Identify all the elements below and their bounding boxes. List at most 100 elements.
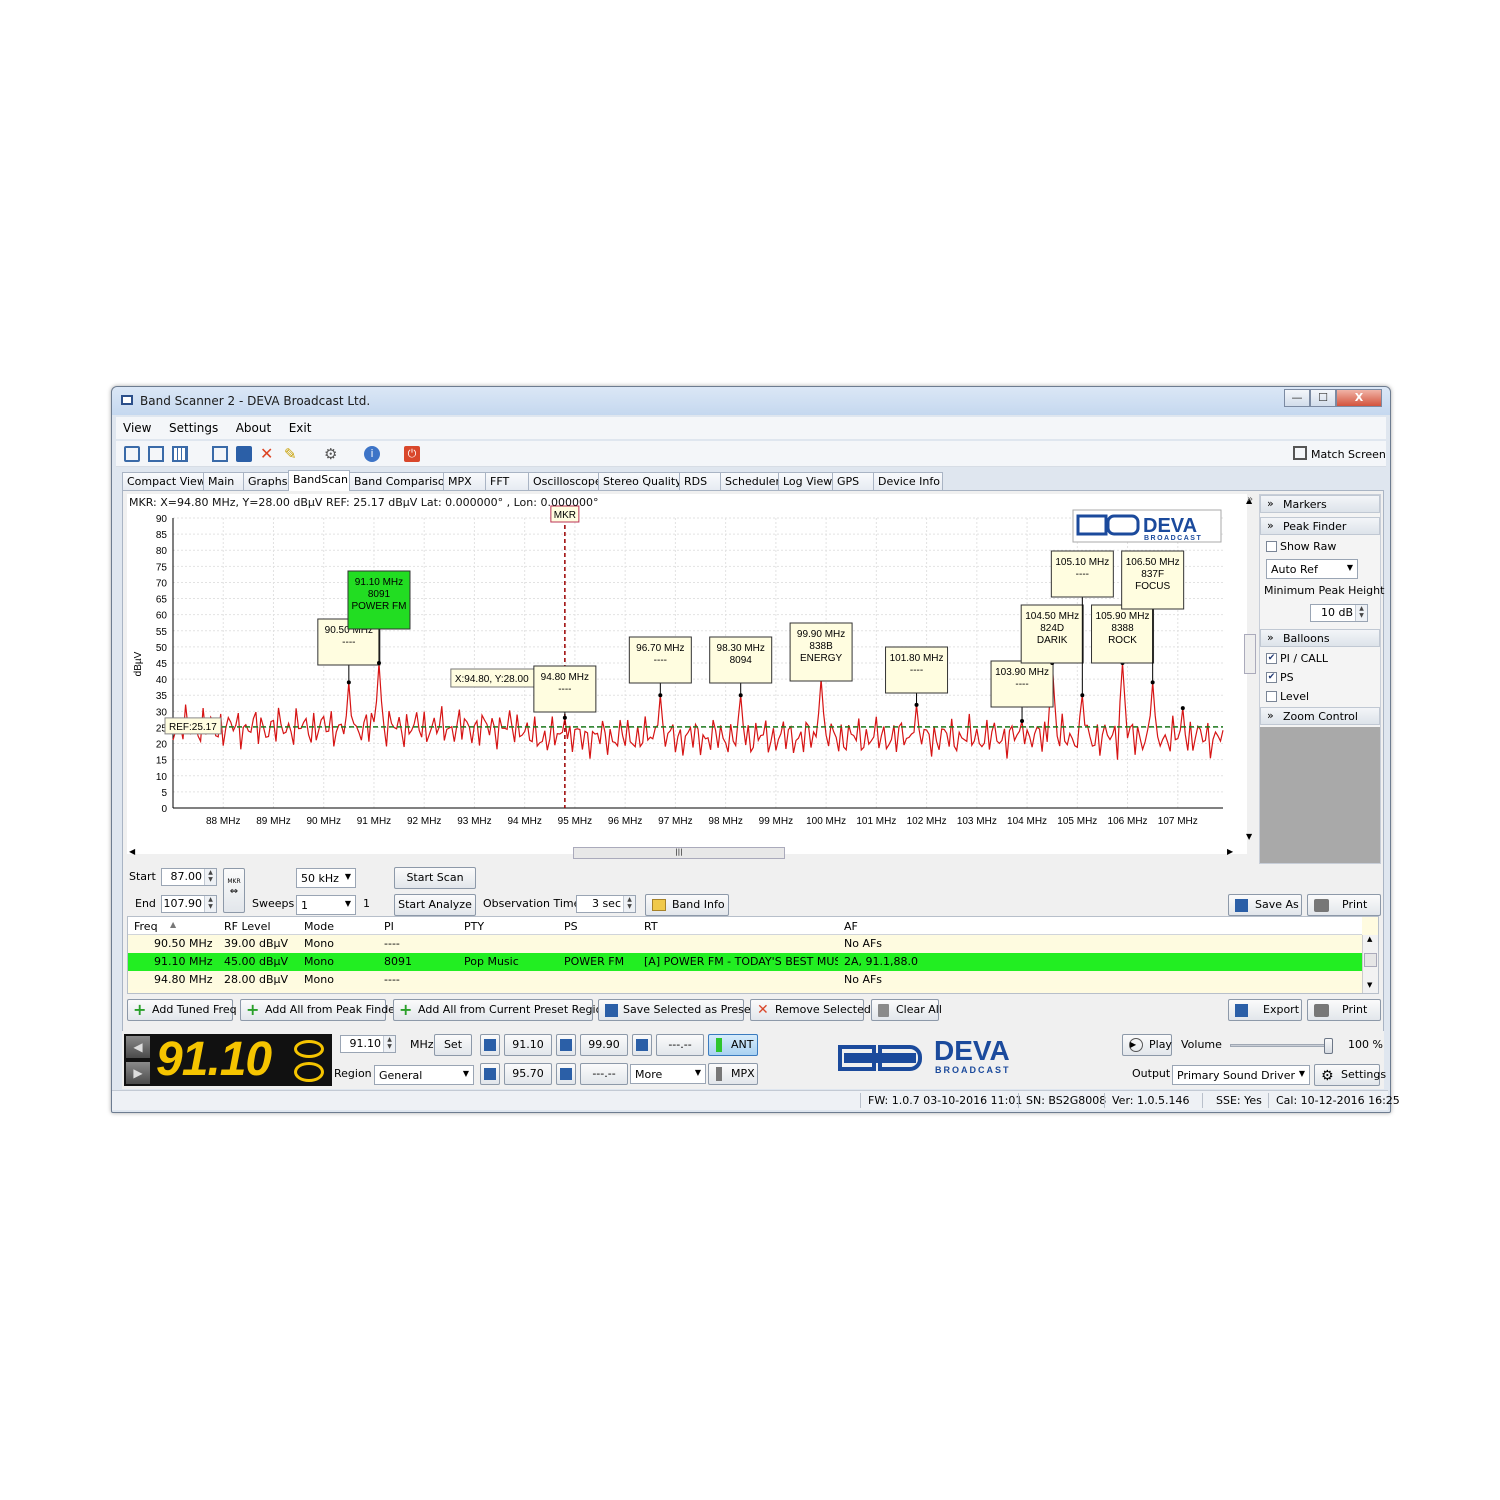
gear-icon[interactable]: ⚙ — [324, 446, 340, 462]
tune-down-button[interactable]: ◀ — [126, 1036, 150, 1058]
start-analyze-button[interactable]: Start Analyze — [394, 894, 476, 916]
tab-bandscan[interactable]: BandScan — [288, 470, 350, 491]
grid-icon[interactable] — [172, 446, 188, 462]
preset-save-2[interactable] — [556, 1034, 576, 1056]
tab-oscilloscope[interactable]: Oscilloscope — [528, 472, 602, 490]
volume-thumb[interactable] — [1324, 1038, 1333, 1054]
edit-icon[interactable]: ✎ — [284, 446, 300, 462]
markers-header[interactable]: » Markers — [1260, 495, 1380, 513]
collapse-panel-icon[interactable]: » — [1247, 494, 1253, 505]
band-info-button[interactable]: Band Info — [645, 894, 729, 916]
preset-1-button[interactable]: 91.10 — [504, 1034, 552, 1056]
menu-settings[interactable]: Settings — [162, 417, 225, 435]
add-all-peak-finder-button[interactable]: + Add All from Peak Finder — [240, 999, 399, 1021]
add-tuned-freq-button[interactable]: + Add Tuned Freq — [127, 999, 237, 1021]
tab-rds[interactable]: RDS — [679, 472, 721, 490]
print-button[interactable]: Print — [1307, 894, 1381, 916]
graph-vertical-scrollbar[interactable]: ▲ ▼ — [1243, 494, 1257, 854]
windows-icon[interactable] — [148, 446, 164, 462]
col-freq[interactable]: Freq — [134, 920, 158, 933]
tab-log-view[interactable]: Log View — [778, 472, 833, 490]
preset-4-button[interactable]: 95.70 — [504, 1063, 552, 1085]
tune-up-button[interactable]: ▶ — [126, 1062, 150, 1084]
menu-view[interactable]: View — [116, 417, 158, 435]
set-button[interactable]: Set — [434, 1034, 472, 1056]
power-icon[interactable]: ⏻ — [404, 446, 420, 462]
delete-icon[interactable]: ✕ — [260, 446, 276, 462]
graph-horizontal-scrollbar[interactable]: ◀ ||| ▶ — [127, 846, 1243, 860]
start-freq-field[interactable]: 87.00 ▲ ▼ — [161, 868, 217, 886]
table-scrollbar[interactable]: ▲ ▼ — [1362, 935, 1378, 993]
save-icon[interactable] — [236, 446, 252, 462]
tab-fft[interactable]: FFT — [485, 472, 529, 490]
network-icon[interactable] — [212, 446, 228, 462]
preset-save-5[interactable] — [556, 1063, 576, 1085]
level-checkbox[interactable] — [1266, 691, 1277, 702]
auto-ref-select[interactable]: Auto Ref ▼ — [1266, 559, 1358, 579]
clear-all-button[interactable]: Clear All — [871, 999, 942, 1021]
region-select[interactable]: General ▼ — [374, 1065, 474, 1085]
preset-save-1[interactable] — [480, 1034, 500, 1056]
sweeps-select[interactable]: 1 ▼ — [296, 895, 356, 915]
tab-device-info[interactable]: Device Info — [873, 472, 943, 490]
save-as-button[interactable]: Save As — [1228, 894, 1302, 916]
end-freq-field[interactable]: 107.90 ▲ ▼ — [161, 895, 217, 913]
zoom-control-header[interactable]: » Zoom Control — [1260, 707, 1380, 725]
table-row[interactable]: 90.50 MHz 39.00 dBµV Mono ---- No AFs — [128, 935, 1362, 953]
col-ps[interactable]: PS — [564, 920, 578, 933]
match-screen-button[interactable]: Match Screen — [1311, 448, 1386, 461]
tab-compact-view[interactable]: Compact View — [122, 472, 206, 490]
spectrum-graph[interactable]: 90 85 80 75 70 65 60 55 50 45 40 35 30 25 20 15 10 5 0 88 M… — [127, 494, 1247, 854]
tab-band-comparison[interactable]: Band Comparison — [349, 472, 452, 490]
volume-slider[interactable] — [1230, 1038, 1333, 1054]
start-scan-button[interactable]: Start Scan — [394, 867, 476, 889]
tab-gps[interactable]: GPS — [832, 472, 874, 490]
info-icon[interactable]: i — [364, 446, 380, 462]
menu-exit[interactable]: Exit — [282, 417, 319, 435]
screenshot-icon[interactable] — [124, 446, 140, 462]
ant-button[interactable]: ANT — [708, 1034, 758, 1056]
preset-save-4[interactable] — [480, 1063, 500, 1085]
mpx-button[interactable]: MPX — [708, 1063, 758, 1085]
play-button[interactable]: ▶ Play — [1122, 1034, 1172, 1056]
tab-graphs[interactable]: Graphs — [243, 472, 289, 490]
peak-finder-header[interactable]: » Peak Finder — [1260, 517, 1380, 535]
col-pi[interactable]: PI — [384, 920, 394, 933]
tab-scheduler[interactable]: Scheduler — [720, 472, 780, 490]
export-button[interactable]: Export — [1228, 999, 1302, 1021]
more-presets-select[interactable]: More ▼ — [630, 1064, 706, 1084]
preset-2-button[interactable]: 99.90 — [580, 1034, 628, 1056]
step-select[interactable]: 50 kHz ▼ — [296, 868, 356, 888]
tune-freq-field[interactable]: 91.10 ▲ ▼ — [340, 1035, 396, 1053]
close-button[interactable]: X — [1336, 389, 1382, 407]
save-selected-preset-button[interactable]: Save Selected as Preset — [598, 999, 755, 1021]
tab-main[interactable]: Main — [203, 472, 244, 490]
mkr-range-button[interactable]: MKR ⇔ — [223, 868, 245, 913]
preset-5-button[interactable]: ---.-- — [580, 1063, 628, 1085]
print-table-button[interactable]: Print — [1307, 999, 1381, 1021]
min-peak-height-field[interactable]: 10 dB ▲ ▼ — [1310, 604, 1368, 622]
col-rf-level[interactable]: RF Level — [224, 920, 271, 933]
table-row-selected[interactable]: 91.10 MHz 45.00 dBµV Mono 8091 Pop Music… — [128, 953, 1362, 971]
col-pty[interactable]: PTY — [464, 920, 484, 933]
observation-time-field[interactable]: 3 sec ▲ ▼ — [576, 895, 636, 913]
output-select[interactable]: Primary Sound Driver ▼ — [1172, 1065, 1310, 1085]
preset-save-3[interactable] — [632, 1034, 652, 1056]
table-row[interactable]: 94.80 MHz 28.00 dBµV Mono ---- No AFs — [128, 971, 1362, 989]
minimize-button[interactable]: — — [1284, 389, 1310, 407]
remove-selected-button[interactable]: ✕ Remove Selected — [750, 999, 871, 1021]
col-mode[interactable]: Mode — [304, 920, 334, 933]
ps-checkbox[interactable]: ✔ — [1266, 672, 1277, 683]
show-raw-checkbox[interactable] — [1266, 541, 1277, 552]
tab-mpx[interactable]: MPX — [443, 472, 486, 490]
tab-stereo-quality[interactable]: Stereo Quality — [598, 472, 682, 490]
menu-about[interactable]: About — [229, 417, 278, 435]
preset-3-button[interactable]: ---.-- — [656, 1034, 704, 1056]
col-af[interactable]: AF — [844, 920, 858, 933]
maximize-button[interactable]: ☐ — [1310, 389, 1336, 407]
settings-button[interactable]: ⚙ Settings — [1314, 1064, 1386, 1086]
col-rt[interactable]: RT — [644, 920, 658, 933]
balloons-header[interactable]: » Balloons — [1260, 629, 1380, 647]
pi-call-checkbox[interactable]: ✔ — [1266, 653, 1277, 664]
add-all-preset-region-button[interactable]: + Add All from Current Preset Region — [393, 999, 609, 1021]
